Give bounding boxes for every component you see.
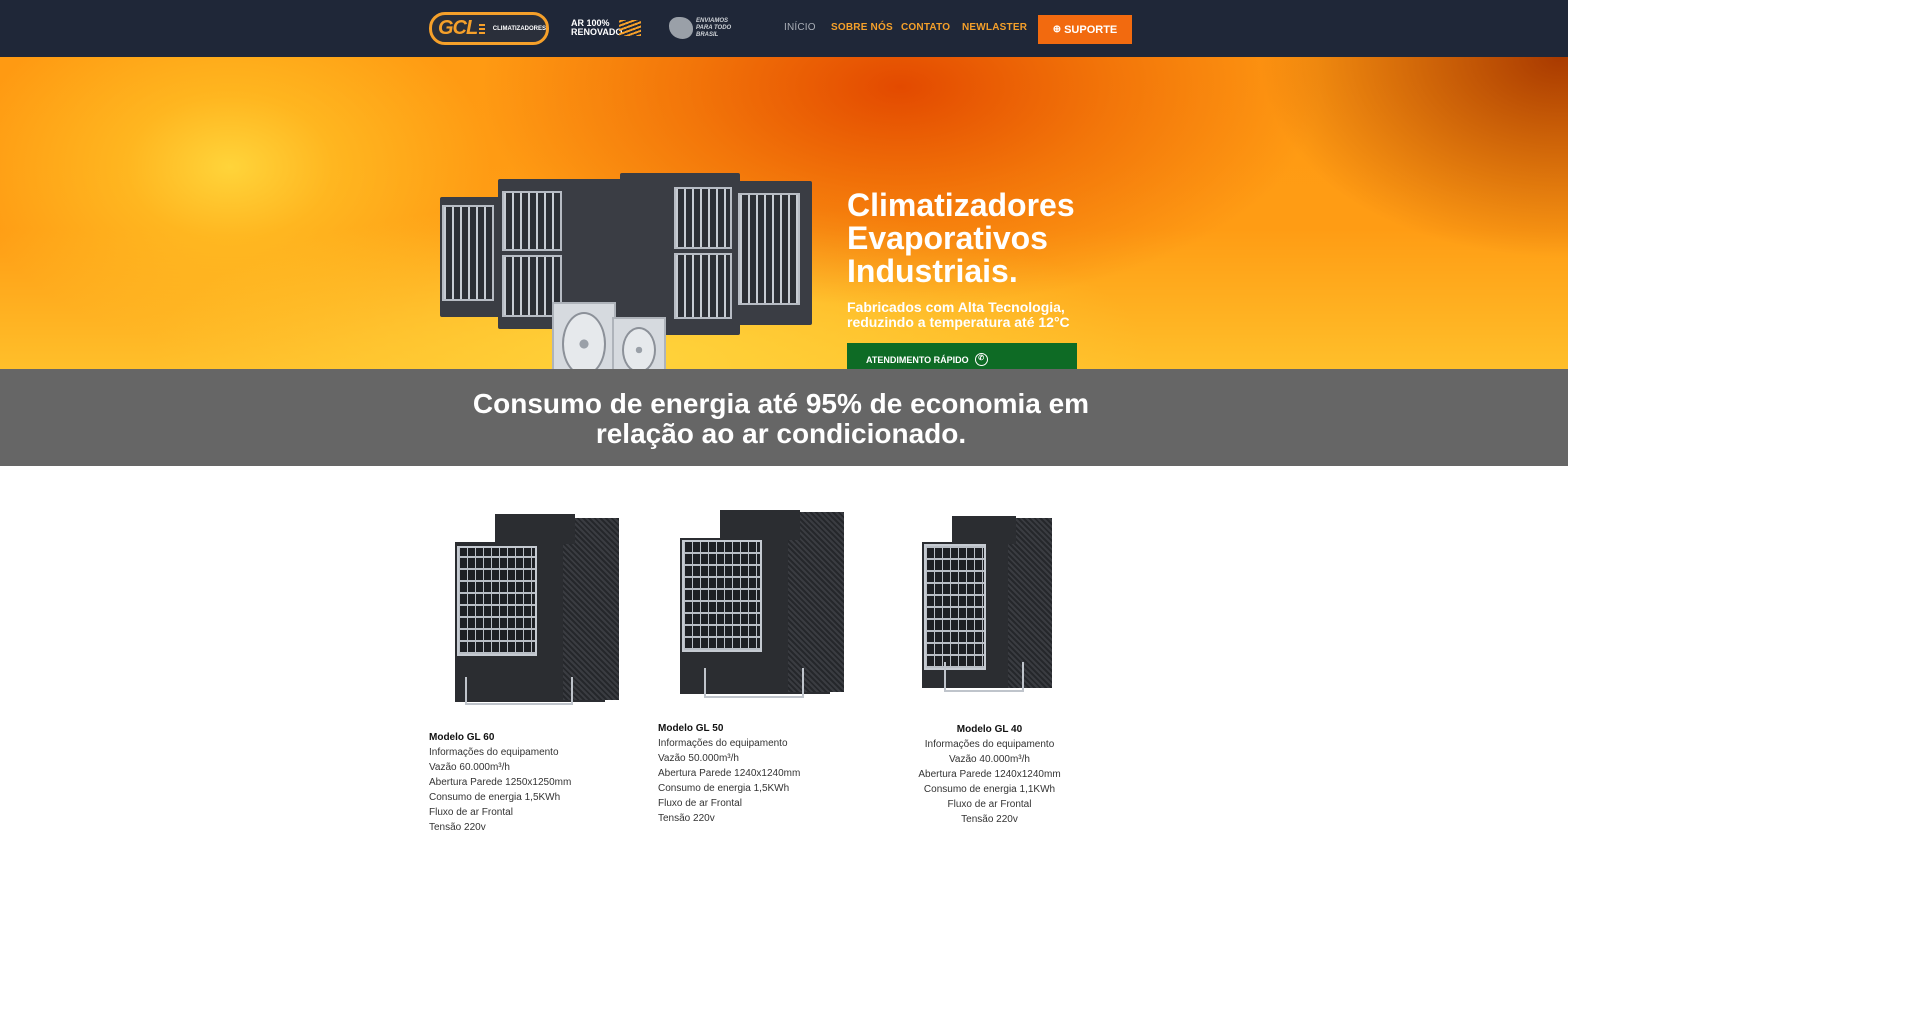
cooler-top [495,514,575,544]
top-navbar: GCL CLIMATIZADORES AR 100% RENOVADO ENVI… [0,0,1568,57]
nav-link-sobre-nos[interactable]: SOBRE NÓS [831,22,893,33]
product-info-line: Informações do equipamento [658,738,788,749]
hero-section: Climatizadores Evaporativos Industriais.… [0,57,1568,386]
cooler-top [720,510,800,540]
product-info-gl50: Modelo GL 50 Informações do equipamento … [658,721,800,826]
product-info-line: Fluxo de ar Frontal [947,799,1032,810]
product-info-line: Vazão 50.000m³/h [658,753,739,764]
product-info-gl40: Modelo GL 40 Informações do equipamento … [904,722,1075,827]
cooler-unit [620,173,740,335]
logo-text: GCL [438,17,478,39]
product-info-line: Consumo de energia 1,1KWh [923,784,1056,795]
gcl-logo[interactable]: GCL CLIMATIZADORES [429,12,549,45]
product-model: Modelo GL 50 [658,723,724,734]
cooler-grille [674,253,732,319]
product-image-gl40 [922,514,1054,694]
product-info-line: Abertura Parede 1240x1240mm [658,768,801,779]
air-flow-icon [619,20,641,36]
cooler-unit [732,181,812,325]
whatsapp-icon: ✆ [974,353,988,366]
cooler-grille [442,205,494,301]
logo-subtitle: CLIMATIZADORES [492,25,546,32]
product-info-line: Tensão 220v [429,822,486,833]
cooler-grille [924,544,986,670]
nav-link-inicio[interactable]: INÍCIO [784,22,816,33]
quick-service-label: ATENDIMENTO RÁPIDO [866,354,969,365]
product-info-gl60: Modelo GL 60 Informações do equipamento … [429,730,571,835]
logo-stripes-icon [479,23,485,34]
cooler-stand [944,662,1024,692]
cooler-top [952,516,1016,544]
product-info-line: Abertura Parede 1250x1250mm [429,777,572,788]
cooler-grille [682,540,762,652]
product-model: Modelo GL 40 [956,724,1023,735]
hero-subtitle: Fabricados com Alta Tecnologia, reduzind… [847,299,1070,330]
product-info-line: Fluxo de ar Frontal [658,798,742,809]
product-info-line: Informações do equipamento [924,739,1055,750]
brazil-map-icon [669,17,693,39]
product-image-gl60 [455,512,620,708]
cooler-side-pad [563,518,619,700]
product-model: Modelo GL 60 [429,732,495,743]
cooler-grille [674,187,732,249]
product-info-line: Informações do equipamento [429,747,559,758]
product-info-line: Tensão 220v [658,813,715,824]
product-info-line: Vazão 40.000m³/h [949,754,1030,765]
product-info-line: Tensão 220v [961,814,1018,825]
cooler-grille [502,191,562,251]
air-renewed-badge: AR 100% RENOVADO [571,17,641,39]
product-info-line: Abertura Parede 1240x1240mm [918,769,1061,780]
hero-title: Climatizadores Evaporativos Industriais. [847,187,1075,289]
nav-link-contato[interactable]: CONTATO [901,22,950,33]
product-image-gl50 [680,508,845,702]
cooler-grille [738,193,800,305]
air-renewed-text: AR 100% RENOVADO [571,18,623,37]
lifebuoy-icon: ⊕ [1052,24,1062,35]
support-button[interactable]: ⊕ SUPORTE [1038,15,1132,44]
shipping-badge: ENVIAMOS PARA TODO BRASIL [669,16,742,40]
nav-link-newsletter[interactable]: NEWLASTER [962,22,1027,33]
product-info-line: Vazão 60.000m³/h [429,762,510,773]
cooler-stand [465,677,573,705]
support-label: SUPORTE [1064,23,1118,36]
product-info-line: Consumo de energia 1,5KWh [658,783,790,794]
energy-banner-text: Consumo de energia até 95% de economia e… [472,388,1090,449]
cooler-stand [704,668,804,698]
energy-banner: Consumo de energia até 95% de economia e… [0,369,1568,466]
cooler-grille [457,546,537,656]
product-info-line: Fluxo de ar Frontal [429,807,513,818]
hero-product-image [440,157,812,387]
shipping-text: ENVIAMOS PARA TODO BRASIL [696,17,732,38]
product-info-line: Consumo de energia 1,5KWh [429,792,561,803]
